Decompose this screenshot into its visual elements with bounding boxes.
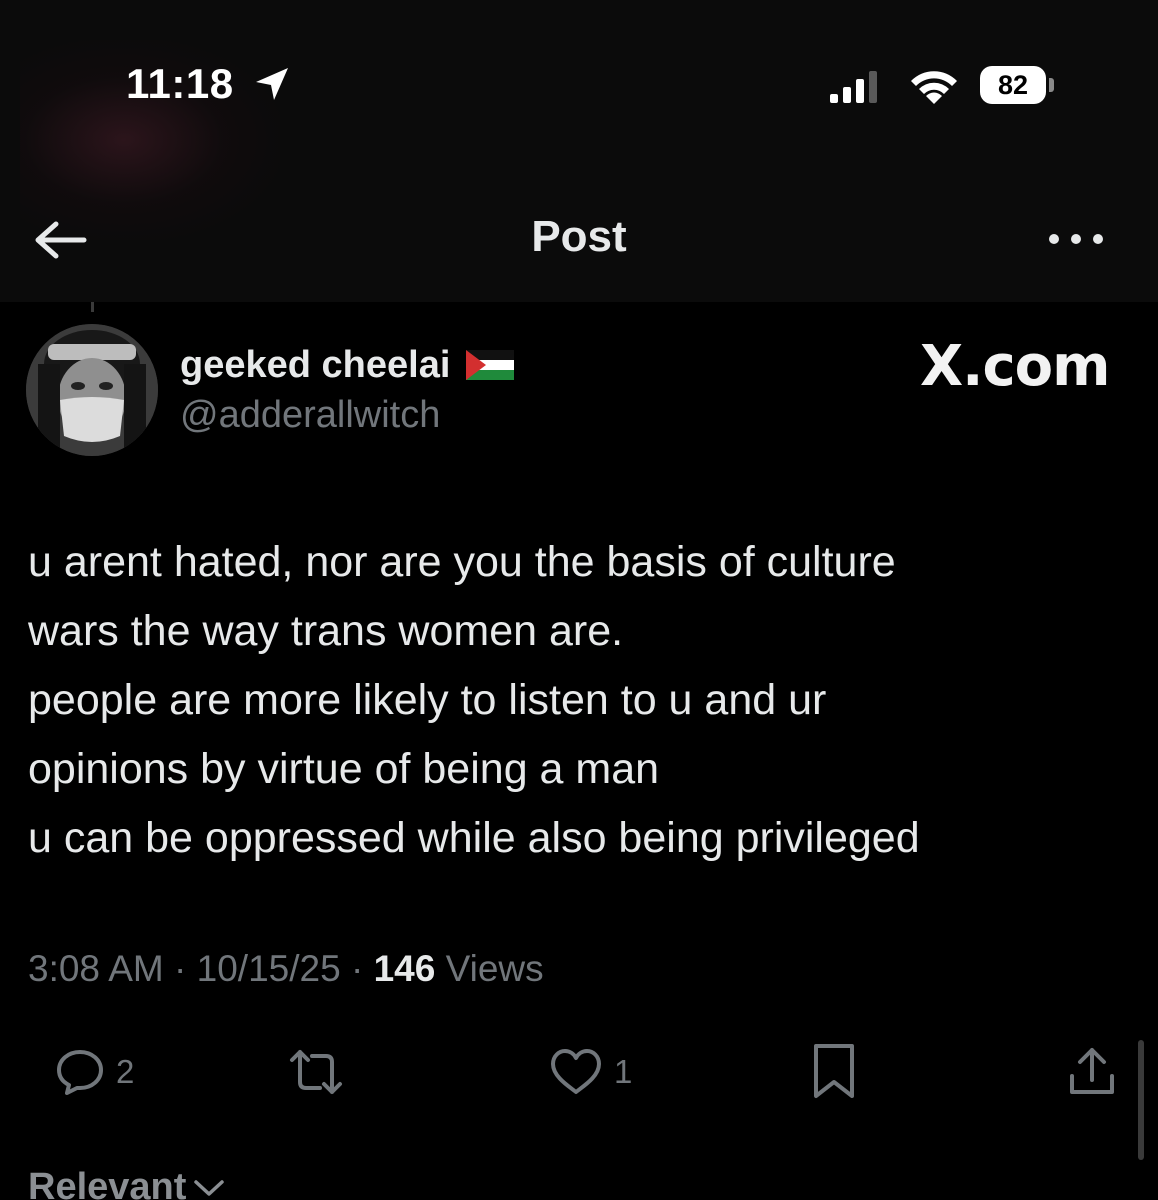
share-icon	[1070, 1048, 1114, 1094]
post-screen: 11:18 82 Post geeked cheelai @adderallwi…	[0, 0, 1158, 1200]
meta-separator: ·	[174, 948, 187, 989]
header-area: 11:18 82 Post	[0, 0, 1158, 302]
like-count: 1	[614, 1053, 633, 1090]
share-button[interactable]	[1066, 1040, 1118, 1104]
author-name-row[interactable]: geeked cheelai	[180, 340, 515, 390]
reply-icon	[57, 1050, 103, 1095]
bookmark-button[interactable]	[810, 1040, 858, 1104]
more-options-icon[interactable]	[1046, 230, 1106, 248]
status-time: 11:18	[126, 60, 234, 107]
author-display-name[interactable]: geeked cheelai	[180, 344, 450, 387]
bookmark-icon	[814, 1044, 854, 1098]
reply-count: 2	[116, 1053, 135, 1090]
views-label: Views	[445, 948, 544, 989]
like-button[interactable]: 1	[548, 1040, 632, 1104]
post-meta: 3:08 AM · 10/15/25 · 146 Views	[28, 948, 544, 990]
views-count: 146	[373, 948, 436, 989]
cellular-signal-icon	[830, 71, 877, 103]
repost-icon	[290, 1050, 342, 1094]
post-text-line: opinions by virtue of being a man	[28, 745, 660, 793]
author-handle[interactable]: @adderallwitch	[180, 394, 440, 437]
battery-cap	[1049, 78, 1054, 92]
avatar[interactable]	[26, 324, 158, 456]
meta-separator: ·	[350, 948, 364, 989]
post-text-line: u can be oppressed while also being priv…	[28, 814, 920, 862]
repost-button[interactable]	[286, 1040, 346, 1104]
thread-connector-line	[91, 302, 94, 312]
scrollbar[interactable]	[1138, 1040, 1144, 1160]
brand-watermark: X.com	[920, 334, 1110, 399]
post-text-line: wars the way trans women are.	[28, 607, 624, 655]
post-date[interactable]: 10/15/25	[197, 948, 341, 989]
reply-button[interactable]: 2	[54, 1040, 134, 1104]
location-arrow-icon	[256, 68, 288, 100]
sort-label: Relevant	[28, 1166, 187, 1200]
wifi-icon	[911, 71, 957, 104]
page-title: Post	[531, 212, 627, 261]
post-text-line: people are more likely to listen to u an…	[28, 676, 827, 724]
battery-level: 82	[997, 70, 1029, 100]
palestine-flag-icon	[466, 350, 515, 380]
post-time[interactable]: 3:08 AM	[28, 948, 164, 989]
post-text: u arent hated, nor are you the basis of …	[28, 528, 1128, 873]
post-text-line: u arent hated, nor are you the basis of …	[28, 538, 896, 586]
heart-icon	[551, 1049, 601, 1094]
reply-sort-dropdown[interactable]: Relevant	[28, 1166, 226, 1200]
battery-indicator: 82	[980, 66, 1056, 106]
avatar-image	[26, 324, 158, 456]
chevron-down-icon	[194, 1179, 225, 1196]
